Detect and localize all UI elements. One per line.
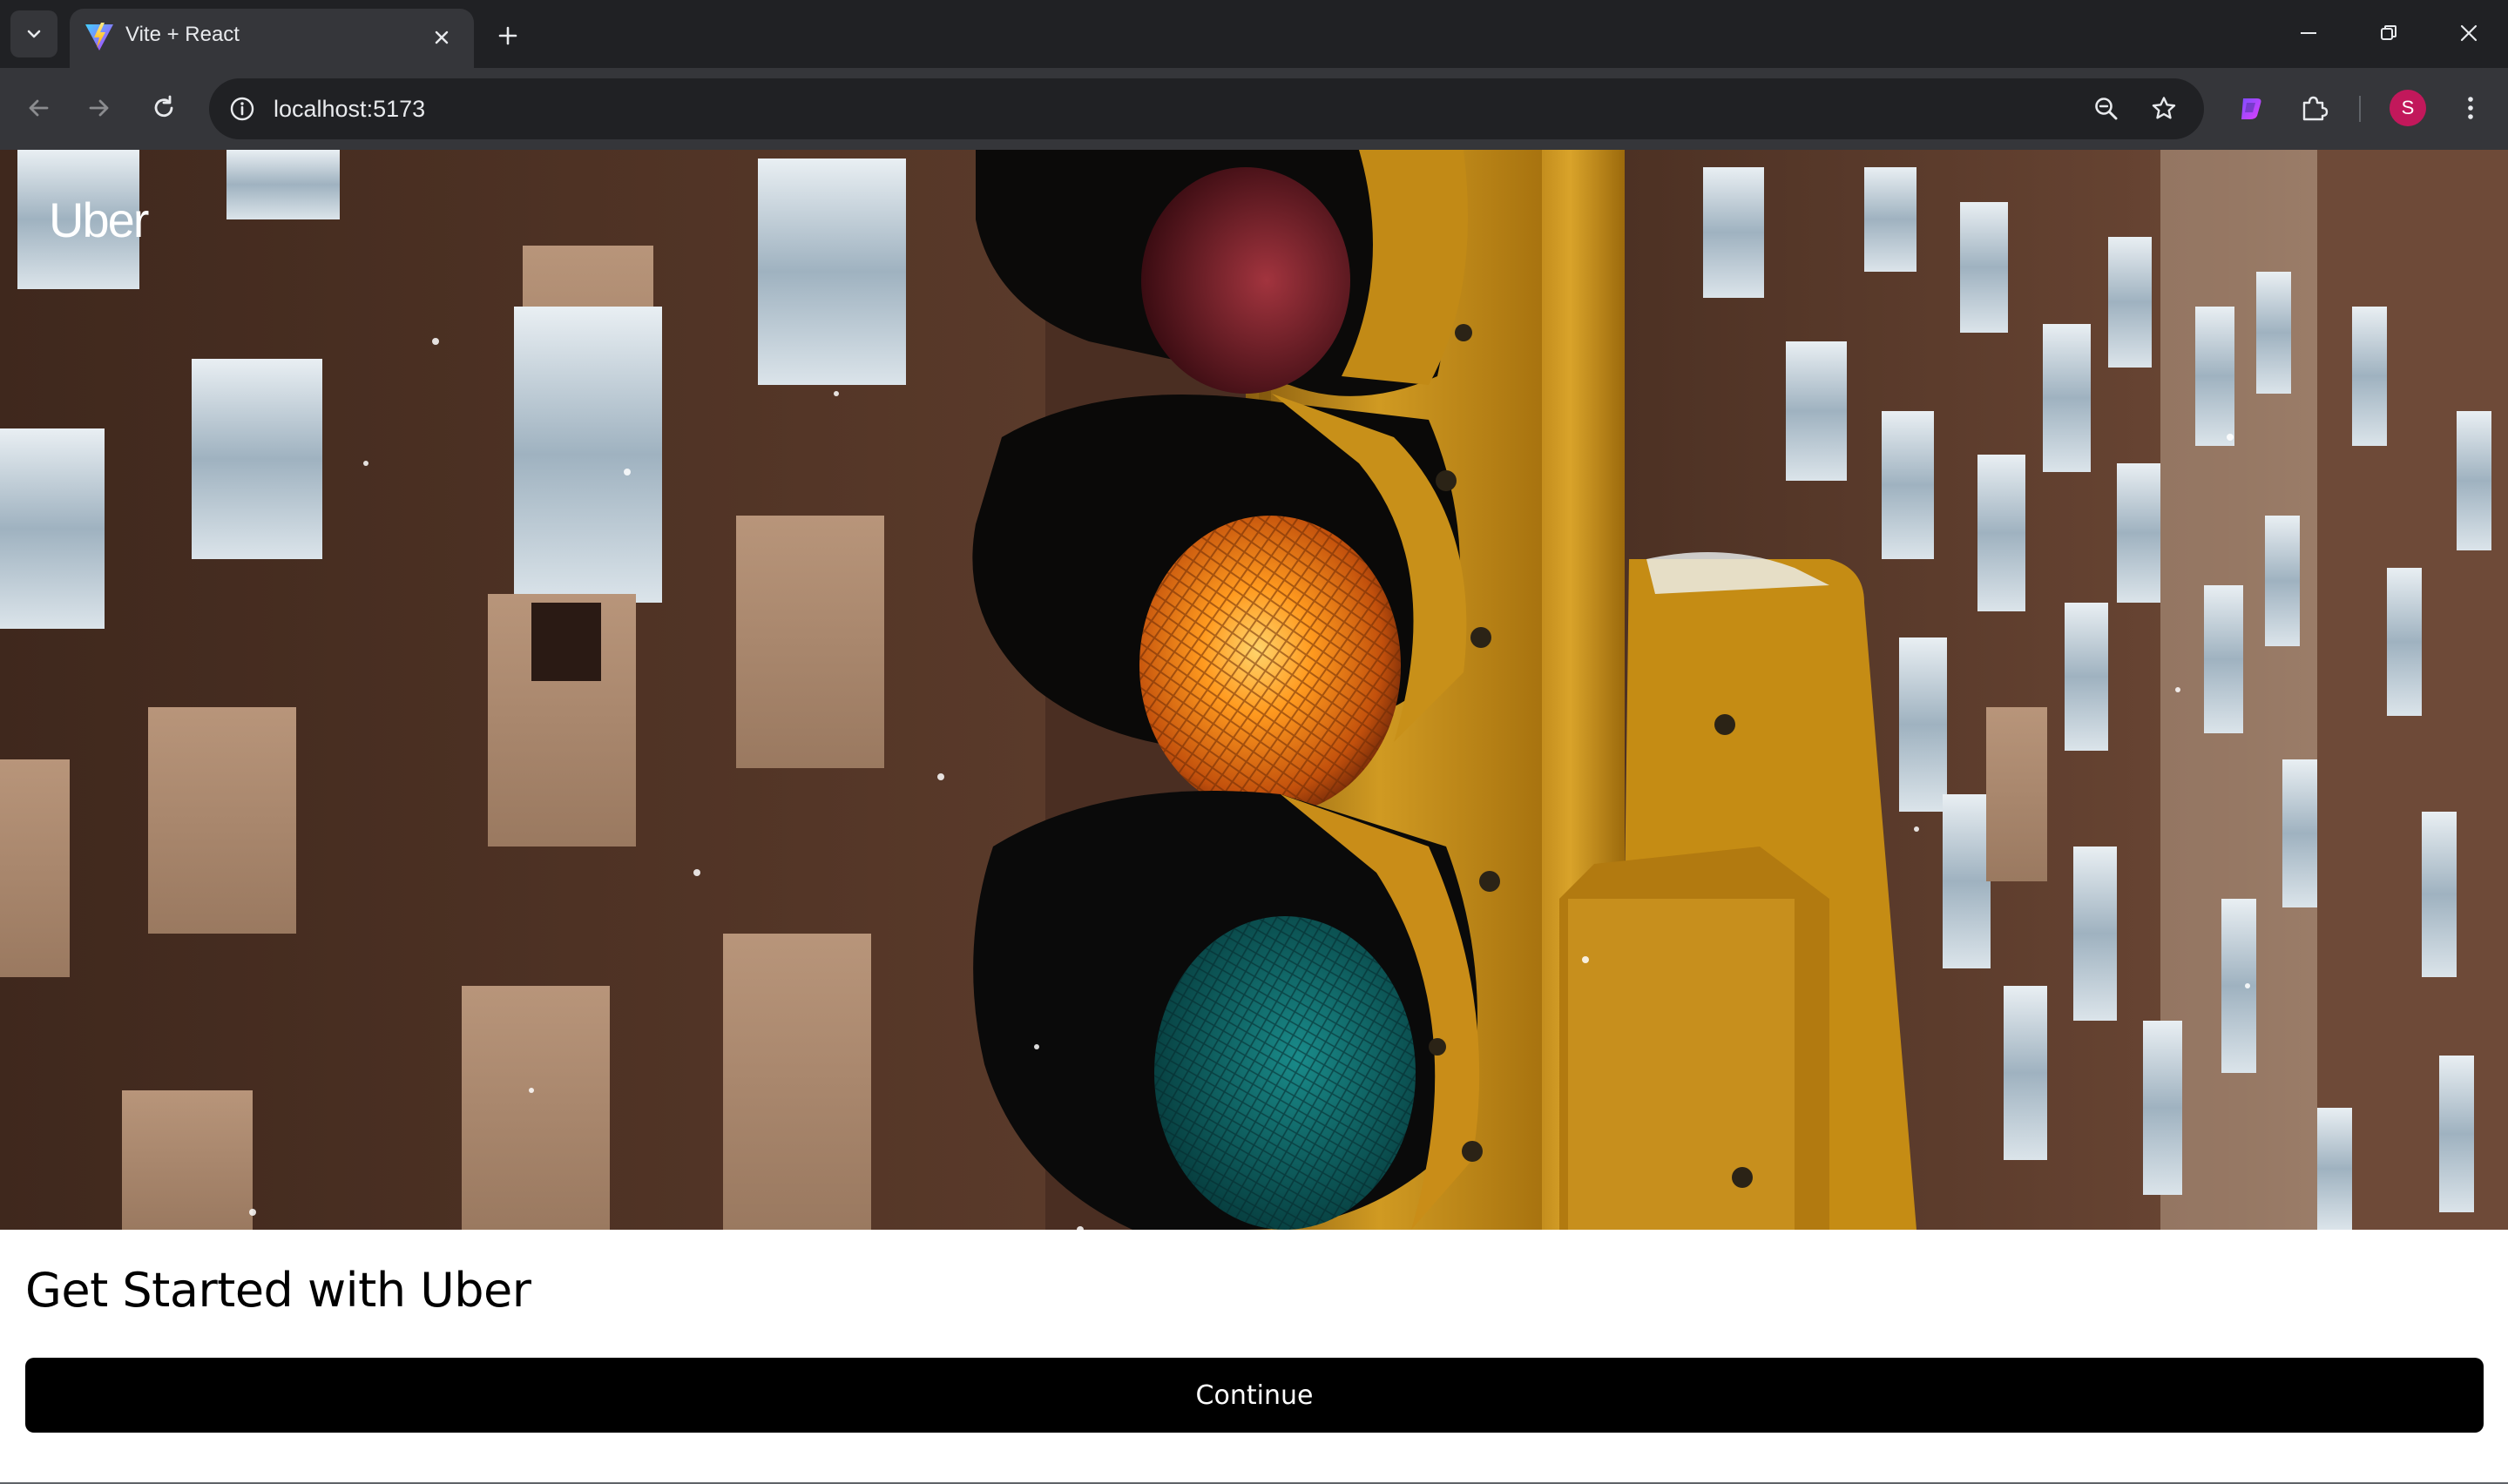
browser-toolbar: localhost:5173 S [0,68,2508,150]
browser-tab[interactable]: Vite + React [70,9,474,68]
tab-close-button[interactable] [420,16,463,59]
restore-icon [2381,25,2396,40]
traffic-light-image [0,150,2508,1230]
page-title: Get Started with Uber [25,1263,531,1318]
info-icon [230,97,254,121]
continue-button[interactable]: Continue [25,1358,2484,1433]
arrow-left-icon [29,99,49,117]
avatar: S [2390,90,2426,126]
close-window-button[interactable] [2437,7,2500,59]
close-icon [2460,24,2478,42]
restore-button[interactable] [2357,7,2420,59]
star-icon [2152,97,2176,119]
address-bar[interactable]: localhost:5173 [209,78,2204,139]
reload-icon [154,95,173,118]
tab-search-button[interactable] [10,10,57,57]
zoom-icon [2095,98,2118,120]
arrow-right-icon [89,99,109,117]
extension-pinned-button[interactable] [2225,82,2277,134]
page-viewport: Uber Get Started with Uber Continue [0,150,2508,1484]
reload-button[interactable] [138,82,190,134]
hero-image: Uber [0,150,2508,1230]
back-button[interactable] [12,82,64,134]
toolbar-divider [2359,96,2361,122]
chevron-down-icon [27,30,41,38]
close-icon [435,30,449,44]
minimize-icon [2301,32,2316,34]
extension-app-icon [2241,98,2261,119]
new-tab-button[interactable] [484,12,531,59]
profile-button[interactable]: S [2382,82,2434,134]
kebab-menu-icon [2468,97,2473,119]
puzzle-icon [2302,96,2329,121]
uber-logo: Uber [49,192,149,247]
tab-title: Vite + React [125,23,240,46]
bookmark-button[interactable] [2143,88,2185,130]
browser-tab-strip: Vite + React [0,0,2508,68]
zoom-button[interactable] [2085,88,2127,130]
vite-icon [85,23,113,51]
site-info-button[interactable] [221,88,263,130]
extensions-button[interactable] [2288,82,2340,134]
url-text[interactable]: localhost:5173 [274,96,425,123]
browser-menu-button[interactable] [2444,82,2497,134]
plus-icon [498,26,517,45]
forward-button[interactable] [73,82,125,134]
minimize-button[interactable] [2277,7,2340,59]
